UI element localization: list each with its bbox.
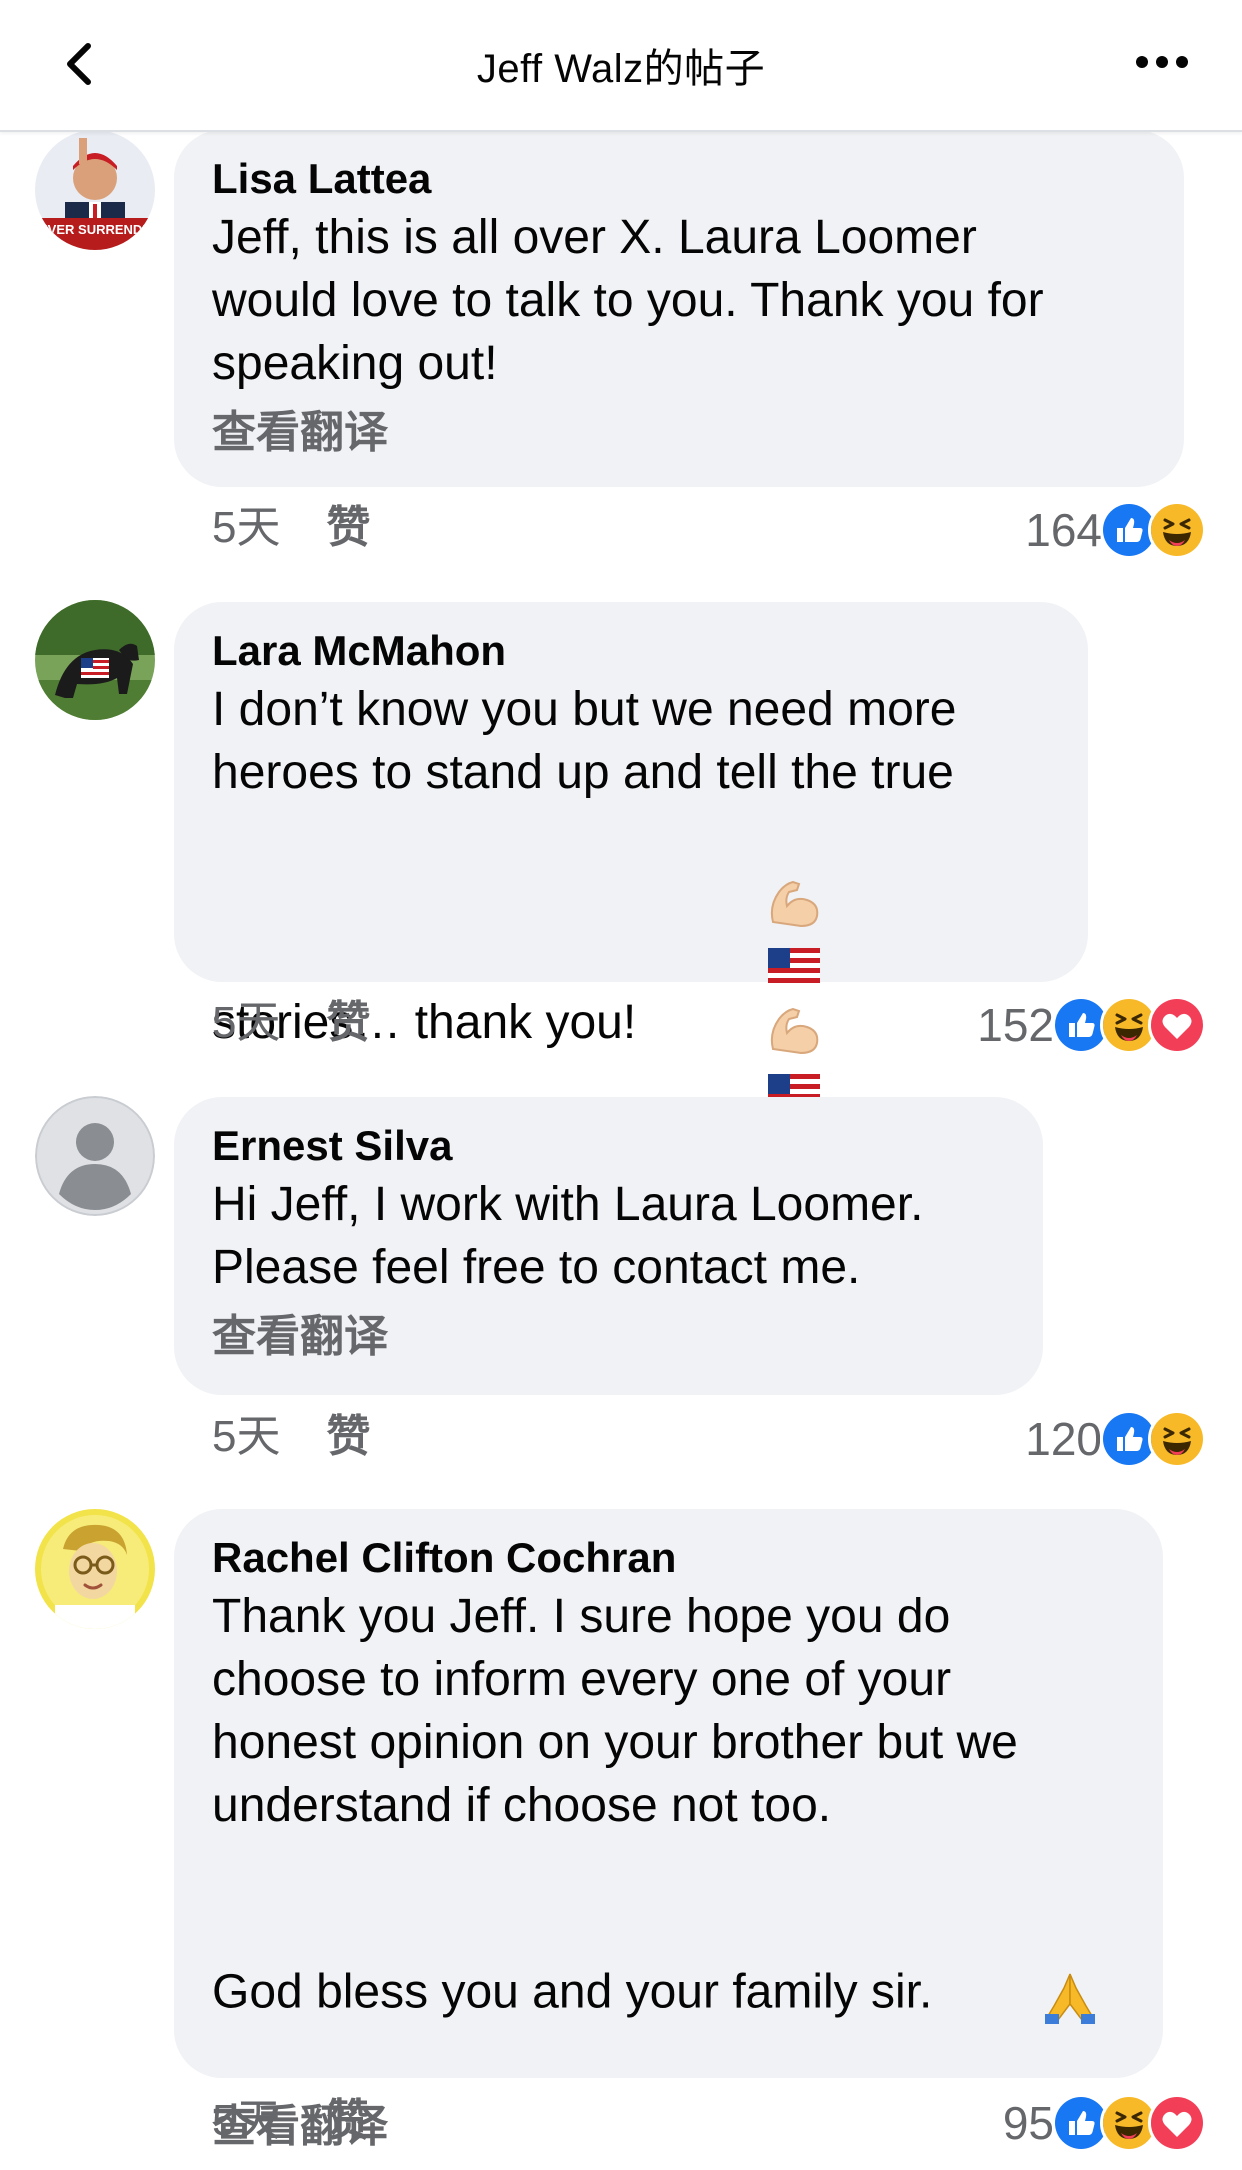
comment-text: Jeff, this is all over X. Laura Loomer w… (212, 211, 1044, 390)
folded-hands-icon (1045, 1974, 1096, 2025)
like-button[interactable]: 赞 (326, 2095, 370, 2147)
comment-time[interactable]: 5天 (212, 502, 280, 554)
more-options-button[interactable] (1122, 30, 1202, 94)
comment-bubble: Lisa Lattea Jeff, this is all over X. La… (174, 130, 1184, 487)
avatar[interactable]: NEVER SURRENDER (35, 130, 155, 250)
comment-meta: 5天赞 (212, 997, 370, 1049)
comment-text: Hi Jeff, I work with Laura Loomer. Pleas… (212, 1178, 924, 1294)
reaction-count: 152 (977, 999, 1054, 1051)
reaction-summary[interactable]: 164 (1025, 501, 1206, 559)
reaction-count: 120 (1025, 1413, 1102, 1465)
emoji-row (934, 1900, 1101, 2089)
comment-time[interactable]: 5天 (212, 1411, 280, 1463)
comment-text-content: Thank you Jeff. I sure hope you do choos… (212, 1590, 1018, 2019)
flexed-biceps-icon (770, 881, 819, 928)
us-flag-icon (767, 947, 820, 984)
comment-text-content: I don’t know you but we need more heroes… (212, 683, 957, 1049)
reaction-count: 164 (1025, 504, 1102, 556)
comment-bubble: Ernest Silva Hi Jeff, I work with Laura … (174, 1097, 1043, 1395)
haha-icon (1148, 501, 1206, 559)
more-dots-icon (1136, 56, 1188, 68)
like-button[interactable]: 赞 (326, 502, 370, 554)
avatar[interactable] (35, 600, 155, 720)
flexed-biceps-icon (770, 1007, 819, 1054)
comment-time[interactable]: 5天 (212, 2095, 280, 2147)
reaction-summary[interactable]: 152 (977, 996, 1206, 1054)
see-translation-link[interactable]: 查看翻译 (212, 1311, 1007, 1363)
comment-author[interactable]: Lisa Lattea (212, 156, 1148, 202)
avatar[interactable] (35, 1096, 155, 1216)
page-title: Jeff Walz的帖子 (476, 47, 766, 91)
comment-author[interactable]: Lara McMahon (212, 628, 1052, 674)
comment-bubble: Rachel Clifton Cochran Thank you Jeff. I… (174, 1509, 1163, 2151)
reaction-summary[interactable]: 95 (1002, 2094, 1206, 2152)
haha-icon (1148, 1410, 1206, 1468)
comment-meta: 5天赞 (212, 1411, 370, 1463)
reaction-summary[interactable]: 120 (1025, 1410, 1206, 1468)
love-icon (1148, 996, 1206, 1054)
comment-meta: 5天赞 (212, 502, 370, 554)
see-translation-link[interactable]: 查看翻译 (212, 407, 1148, 459)
love-icon (1148, 2094, 1206, 2152)
comment-time[interactable]: 5天 (212, 997, 280, 1049)
avatar-badge-text: NEVER SURRENDER (35, 222, 155, 237)
comment-meta: 5天赞 (212, 2095, 370, 2147)
avatar[interactable] (35, 1509, 155, 1629)
like-button[interactable]: 赞 (326, 997, 370, 1049)
comment-text: Thank you Jeff. I sure hope you do choos… (212, 1585, 1127, 2089)
comment-bubble: Lara McMahon I don’t know you but we nee… (174, 602, 1088, 1309)
reaction-count: 95 (1002, 2097, 1054, 2149)
top-bar: Jeff Walz的帖子 (0, 0, 1242, 132)
comment-author[interactable]: Rachel Clifton Cochran (212, 1535, 1127, 1581)
comment-author[interactable]: Ernest Silva (212, 1123, 1007, 1169)
like-button[interactable]: 赞 (326, 1411, 370, 1463)
